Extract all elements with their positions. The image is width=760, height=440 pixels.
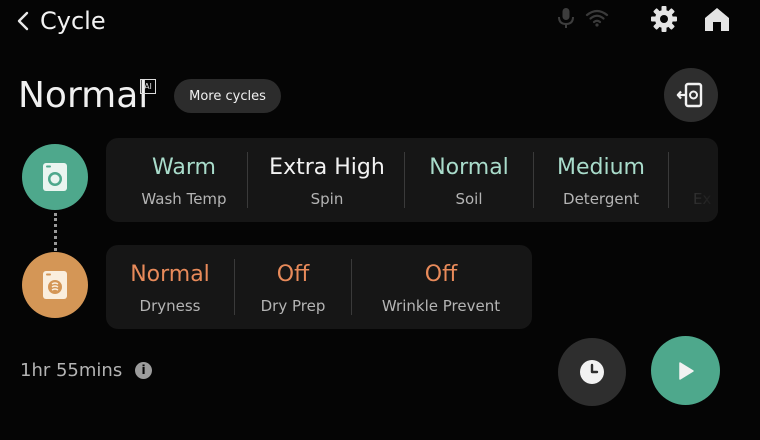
- start-button[interactable]: [651, 336, 720, 405]
- option-label: Dryness: [139, 297, 201, 315]
- option-value: Off: [276, 262, 310, 287]
- chevron-left-icon: [17, 11, 29, 31]
- option-soil[interactable]: Normal Soil: [405, 138, 533, 222]
- option-label: Wrinkle Prevent: [381, 297, 501, 315]
- option-spin[interactable]: Extra High Spin: [248, 138, 406, 222]
- door-button[interactable]: [664, 68, 718, 122]
- page-title: Cycle: [40, 7, 106, 35]
- option-value: Normal: [130, 262, 210, 287]
- option-value: Medium: [557, 155, 645, 180]
- settings-button[interactable]: [650, 5, 678, 33]
- option-detergent[interactable]: Medium Detergent: [534, 138, 668, 222]
- option-label: Soil: [455, 190, 483, 208]
- wifi-icon: [585, 9, 609, 27]
- remaining-time: 1hr 55mins: [20, 360, 123, 381]
- option-label: Detergent: [563, 190, 639, 208]
- option-value: Warm: [152, 155, 216, 180]
- dryer-device-icon[interactable]: [22, 252, 88, 318]
- option-label: Spin: [310, 190, 344, 208]
- option-value: Off: [424, 262, 458, 287]
- gear-icon: [651, 6, 677, 32]
- cycle-name: Normal: [18, 75, 149, 116]
- play-icon: [678, 361, 694, 380]
- scroll-fade: [668, 138, 718, 222]
- dryer-options-panel: Normal Dryness Off Dry Prep Off Wrinkle …: [106, 245, 532, 329]
- microphone-icon: [556, 7, 576, 29]
- home-button[interactable]: [702, 5, 732, 33]
- back-button[interactable]: [12, 6, 34, 36]
- option-wash-temp[interactable]: Warm Wash Temp: [118, 138, 250, 222]
- option-value: Extra High: [269, 155, 385, 180]
- washer-options-panel: Warm Wash Temp Extra High Spin Normal So…: [106, 138, 718, 222]
- device-connector: [54, 213, 57, 251]
- washer-icon: [43, 163, 67, 191]
- dryer-icon: [43, 271, 67, 299]
- ai-badge: AI: [140, 79, 156, 94]
- door-exit-icon: [676, 82, 703, 108]
- washer-device-icon[interactable]: [22, 144, 88, 210]
- info-icon[interactable]: i: [135, 362, 152, 379]
- clock-icon: [580, 360, 604, 384]
- home-icon: [705, 8, 729, 31]
- option-value: Normal: [429, 155, 509, 180]
- option-dryness[interactable]: Normal Dryness: [106, 245, 234, 329]
- option-label: Dry Prep: [260, 297, 326, 315]
- option-dry-prep[interactable]: Off Dry Prep: [235, 245, 351, 329]
- option-label: Wash Temp: [141, 190, 227, 208]
- schedule-button[interactable]: [558, 338, 626, 406]
- more-cycles-button[interactable]: More cycles: [174, 79, 281, 113]
- option-wrinkle-prevent[interactable]: Off Wrinkle Prevent: [352, 245, 530, 329]
